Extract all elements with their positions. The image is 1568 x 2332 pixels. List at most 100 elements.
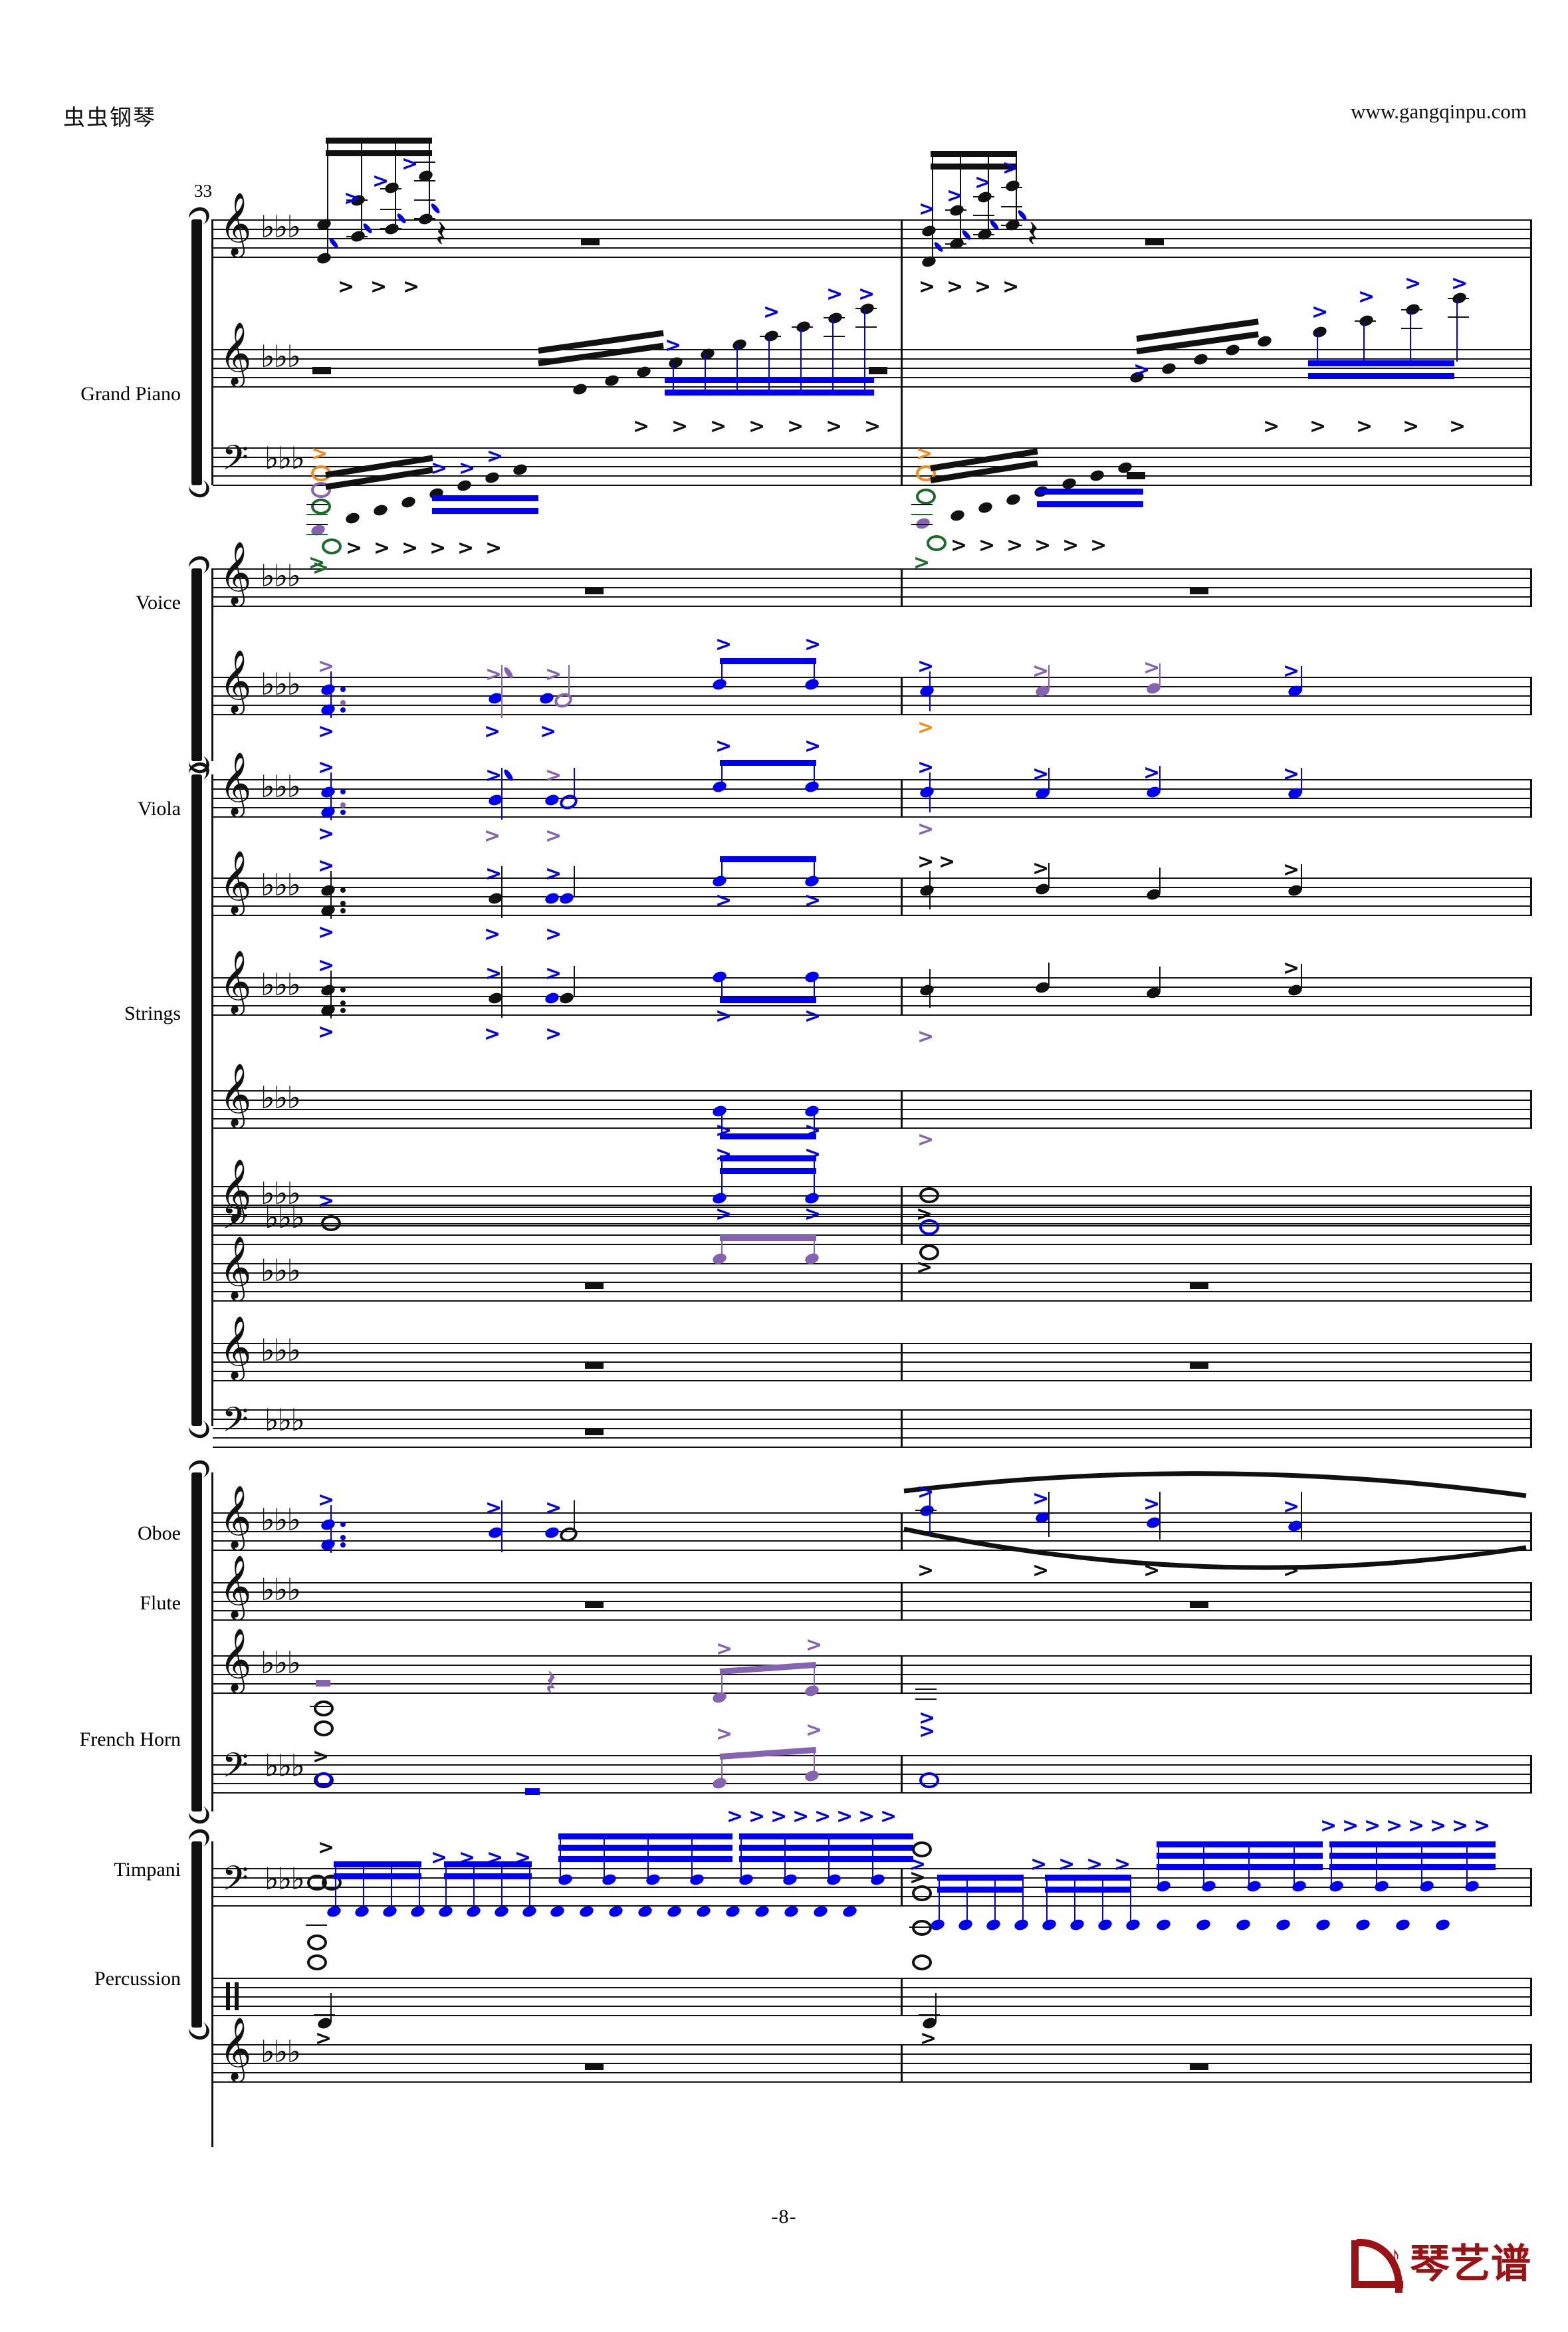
notehead xyxy=(637,1904,653,1919)
key-signature-flats: ♭♭♭ xyxy=(261,558,301,594)
accent-mark: > xyxy=(429,536,447,560)
ledger-line xyxy=(945,243,966,245)
ledger-line xyxy=(915,1698,937,1700)
ledger-line xyxy=(306,534,328,535)
stem xyxy=(1421,1841,1423,1885)
ledger-line xyxy=(306,504,328,505)
bracket-grand-piano xyxy=(191,219,202,485)
staff-percussion xyxy=(213,1978,1532,2016)
accent-mark: > xyxy=(917,1128,935,1151)
accent-mark: > xyxy=(836,1805,853,1828)
stem xyxy=(832,318,834,390)
beam xyxy=(720,658,816,664)
notehead-whole xyxy=(912,1920,932,1936)
notehead xyxy=(578,1904,595,1919)
notehead-whole xyxy=(919,1219,939,1235)
stem xyxy=(1048,1492,1050,1537)
barline-end xyxy=(1530,2044,1532,2082)
accent-mark: > xyxy=(913,551,931,574)
accent-mark: > xyxy=(919,275,936,298)
beam xyxy=(720,760,816,766)
accent-mark: > xyxy=(715,1143,732,1166)
accent-mark: > xyxy=(545,824,562,848)
key-signature-flats: ♭♭♭ xyxy=(261,666,301,702)
notehead-whole xyxy=(314,1700,334,1716)
treble-clef-icon: 𝄞 xyxy=(219,1063,252,1126)
accent-mark: > xyxy=(1449,415,1466,438)
accent-mark: > xyxy=(484,720,501,743)
accent-mark: > xyxy=(315,2027,332,2050)
notehead xyxy=(608,1904,624,1919)
stem xyxy=(864,308,866,390)
stem xyxy=(935,1993,937,2022)
treble-clef-icon: 𝄞 xyxy=(219,322,252,385)
ledger-line xyxy=(310,1706,331,1707)
treble-clef-icon: 𝄞 xyxy=(219,649,252,713)
accent-mark: > xyxy=(487,445,504,468)
site-url: www.gangqinpu.com xyxy=(1351,100,1527,123)
stem xyxy=(568,665,570,697)
accent-mark: > xyxy=(545,1022,562,1046)
treble-clef-icon: 𝄞 xyxy=(219,1485,252,1548)
stem xyxy=(1159,1492,1161,1540)
barline-end xyxy=(1530,1263,1532,1301)
accent-mark: > xyxy=(1263,415,1280,438)
key-signature-flats: ♭♭♭ xyxy=(261,967,301,1002)
whole-rest xyxy=(1145,238,1164,245)
stem xyxy=(1048,963,1050,988)
treble-clef-icon: 𝄞 xyxy=(219,1236,252,1299)
accent-mark: > xyxy=(1143,1559,1161,1582)
barline-end xyxy=(1530,1409,1532,1447)
notehead xyxy=(985,1917,1002,1932)
key-signature-flats: ♭♭♭ xyxy=(261,338,301,374)
key-signature-flats: ♭♭♭ xyxy=(261,1252,301,1288)
piano-logo-icon: ♪ xyxy=(1351,2239,1403,2293)
notehead xyxy=(1315,1917,1331,1932)
accent-mark: > xyxy=(1283,858,1300,881)
accent-mark: > xyxy=(484,1022,501,1046)
accent-mark: > xyxy=(545,862,562,885)
beam xyxy=(1037,489,1143,495)
site-logo[interactable]: ♪ 琴艺谱 xyxy=(1351,2239,1531,2293)
notehead xyxy=(549,1904,566,1919)
beam xyxy=(1329,1864,1496,1870)
staff-strings-2 xyxy=(213,1090,1532,1129)
beam xyxy=(720,997,816,1003)
accent-mark: > xyxy=(974,275,992,298)
accent-mark: > xyxy=(1320,1814,1337,1837)
accent-mark: > xyxy=(978,534,996,557)
staff-strings-bass xyxy=(213,1207,1532,1245)
accent-mark: > xyxy=(804,1143,822,1166)
notehead xyxy=(1005,492,1022,507)
accent-mark: > xyxy=(770,1805,788,1828)
accent-mark: > xyxy=(804,1119,822,1142)
key-signature-flats: ♭♭♭ xyxy=(265,1861,305,1897)
staff-viola-2 xyxy=(213,877,1532,916)
notehead xyxy=(841,1904,858,1919)
whole-rest xyxy=(585,1428,604,1435)
beam xyxy=(937,1875,1024,1881)
accent-mark: > xyxy=(864,415,881,438)
ledger-line xyxy=(306,1924,327,1926)
ledger-line xyxy=(1401,328,1422,329)
whole-rest xyxy=(1190,587,1208,594)
stem xyxy=(419,1861,421,1909)
slur-upper xyxy=(903,1471,1527,1498)
ledger-line xyxy=(346,236,368,237)
barline-end xyxy=(1530,677,1532,715)
accent-mark: > xyxy=(540,720,557,743)
barline-mid xyxy=(901,677,903,715)
notehead xyxy=(754,1904,770,1919)
barline-end xyxy=(1530,779,1532,817)
whole-rest xyxy=(1190,1601,1208,1608)
accent-mark: > xyxy=(1034,534,1052,557)
bass-clef-icon: 𝄢 xyxy=(222,437,249,486)
accent-mark: > xyxy=(715,735,732,758)
stem xyxy=(1048,768,1050,793)
notehead xyxy=(1069,1917,1085,1932)
accent-mark: > xyxy=(1002,156,1020,179)
stem xyxy=(1158,1841,1160,1885)
slur-lower xyxy=(903,1526,1527,1570)
notehead-whole xyxy=(321,1215,341,1231)
quarter-rest: 𝄽 xyxy=(545,1662,557,1705)
